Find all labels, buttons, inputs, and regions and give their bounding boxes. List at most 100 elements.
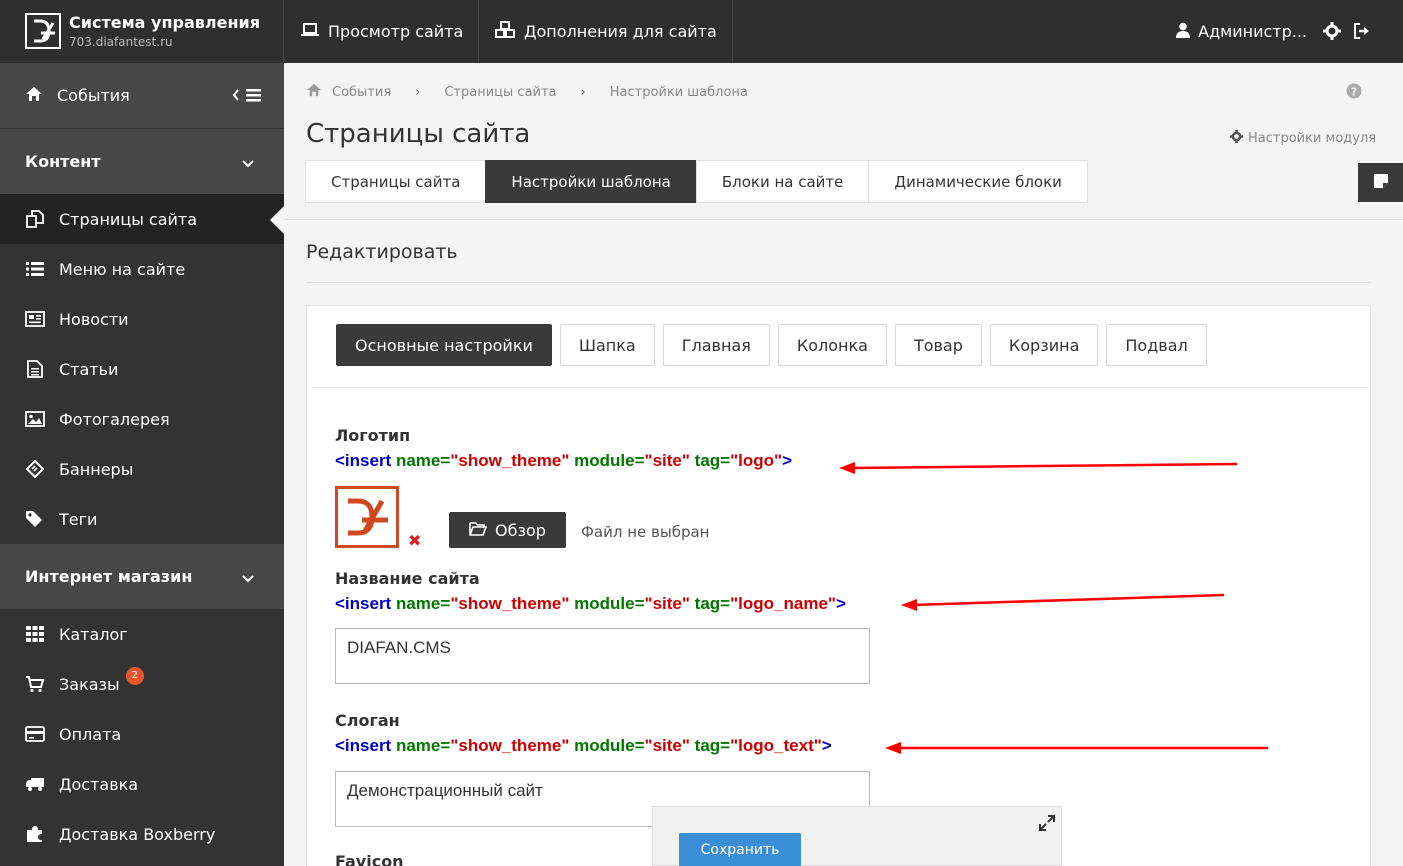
subtab-header[interactable]: Шапка [559,324,655,366]
site-name-code: <insert name="show_theme" module="site" … [335,594,846,614]
code-value: "site" [644,594,690,613]
tab-dynamic-blocks[interactable]: Динамические блоки [868,160,1088,203]
sidebar-item-label: Доставка Boxberry [59,824,216,844]
code-attr: tag= [694,594,731,613]
subtab-cart[interactable]: Корзина [989,324,1099,366]
ticket-icon [25,459,45,479]
browse-button[interactable]: Обзор [449,512,566,548]
brand[interactable]: Система управления 703.diafantest.ru [0,0,284,63]
sidebar-item-banners[interactable]: Баннеры [0,444,284,494]
sidebar-item-news[interactable]: Новости [0,294,284,344]
chevron-down-icon [242,568,254,587]
tab-pages[interactable]: Страницы сайта [305,160,487,203]
subtab-home[interactable]: Главная [662,324,770,366]
addons-label: Дополнения для сайта [524,22,717,41]
document-icon [25,359,45,379]
tab-template-settings[interactable]: Настройки шаблона [485,160,697,203]
sidebar: События Контент Страницы сайта Меню на с… [0,63,284,866]
image-icon [25,409,45,429]
sidebar-item-label: Фотогалерея [59,409,170,429]
addons-link[interactable]: Дополнения для сайта [479,0,733,63]
credit-card-icon [25,724,45,744]
breadcrumb-separator-icon: › [580,84,586,100]
slogan-label: Слоган [335,711,400,730]
user-menu[interactable]: Администр... [1176,0,1307,63]
page-title: Страницы сайта [306,119,531,149]
subtab-column[interactable]: Колонка [777,324,887,366]
brand-logo-icon [25,13,61,49]
code-attr: module= [574,736,645,755]
module-settings-label: Настройки модуля [1248,131,1377,146]
divider [284,219,1403,220]
subtab-main-settings[interactable]: Основные настройки [336,324,552,366]
truck-icon [25,774,45,794]
breadcrumb-item[interactable]: События [332,85,391,100]
file-status: Файл не выбран [581,523,710,541]
code-attr: name= [395,594,451,613]
breadcrumb-separator-icon: › [415,84,421,100]
sidebar-section-content[interactable]: Контент [0,129,284,194]
svg-text:?: ? [1351,86,1357,99]
home-icon[interactable] [306,83,322,101]
section-title: Редактировать [306,241,458,263]
subtabs: Основные настройки Шапка Главная Колонка… [336,324,1207,366]
sidebar-item-delivery[interactable]: Доставка [0,759,284,809]
subtab-footer[interactable]: Подвал [1106,324,1207,366]
sidebar-item-orders[interactable]: Заказы 2 [0,659,284,709]
breadcrumb-item[interactable]: Страницы сайта [444,85,556,100]
chevron-down-icon [242,153,254,172]
code-attr: module= [574,451,645,470]
orders-count-badge: 2 [125,667,144,685]
help-icon[interactable]: ? [1346,83,1362,103]
settings-panel: Основные настройки Шапка Главная Колонка… [306,305,1371,866]
tab-site-blocks[interactable]: Блоки на сайте [695,160,870,203]
note-button[interactable] [1358,163,1403,202]
newspaper-icon [25,309,45,329]
sidebar-item-label: Каталог [59,624,128,644]
view-site-link[interactable]: Просмотр сайта [285,0,479,63]
sidebar-item-catalog[interactable]: Каталог [0,609,284,659]
top-bar: Система управления 703.diafantest.ru Про… [0,0,1403,63]
active-item-indicator [270,206,284,234]
logo-image-icon [348,498,388,536]
logo-preview [335,486,399,548]
brand-subtitle: 703.diafantest.ru [69,35,173,49]
logout-icon[interactable] [1353,22,1371,44]
main-content: События › Страницы сайта › Настройки шаб… [284,63,1403,866]
sidebar-item-tags[interactable]: Теги [0,494,284,544]
sidebar-item-payment[interactable]: Оплата [0,709,284,759]
subtab-product[interactable]: Товар [894,324,982,366]
cubes-icon [495,20,515,43]
sidebar-section-label: Контент [25,152,101,171]
red-arrow-icon [901,593,1225,611]
save-button[interactable]: Сохранить [679,833,801,866]
module-settings-link[interactable]: Настройки модуля [1230,130,1376,147]
grid-icon [25,624,45,644]
site-name-input[interactable]: DIAFAN.CMS [335,628,870,684]
divider [312,387,1367,388]
collapse-sidebar-icon[interactable] [232,87,262,107]
sticky-note-icon [1373,173,1389,193]
puzzle-icon [25,824,45,844]
sidebar-item-label: Баннеры [59,459,134,479]
divider [306,282,1371,283]
gear-icon[interactable] [1323,22,1341,44]
remove-icon[interactable]: ✖ [408,531,421,550]
gear-icon [1230,130,1243,147]
expand-icon[interactable] [1039,815,1055,835]
sidebar-item-menu[interactable]: Меню на сайте [0,244,284,294]
sidebar-item-pages[interactable]: Страницы сайта [0,194,284,244]
slogan-code: <insert name="show_theme" module="site" … [335,736,832,756]
sidebar-item-articles[interactable]: Статьи [0,344,284,394]
code-tag: <insert [335,451,392,470]
sidebar-item-label: Оплата [59,724,122,744]
sidebar-item-gallery[interactable]: Фотогалерея [0,394,284,444]
tags-icon [25,509,45,529]
sidebar-item-delivery-boxberry[interactable]: Доставка Boxberry [0,809,284,859]
sidebar-section-shop[interactable]: Интернет магазин [0,544,284,609]
code-value: "site" [644,451,690,470]
sidebar-item-label: События [57,86,130,105]
code-attr: module= [574,594,645,613]
view-site-label: Просмотр сайта [328,22,464,41]
code-attr: name= [395,451,451,470]
